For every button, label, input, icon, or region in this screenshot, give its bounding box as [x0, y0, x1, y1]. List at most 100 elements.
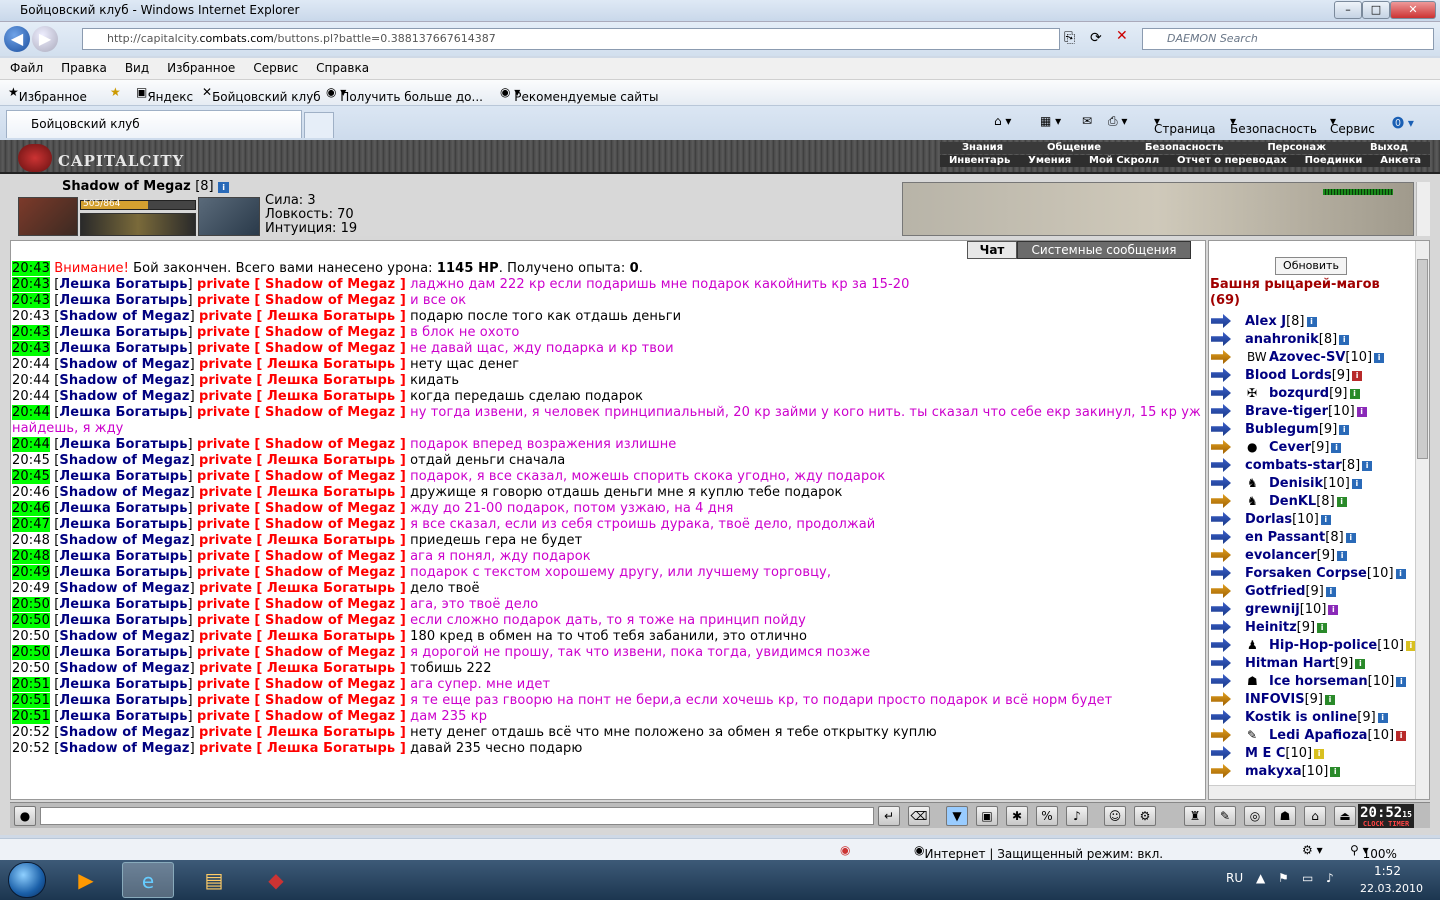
private-message-arrow-icon[interactable]	[1211, 332, 1231, 346]
message-recipient[interactable]: Лешка Богатырь	[267, 373, 395, 388]
message-time[interactable]: 20:43	[12, 325, 50, 340]
message-time[interactable]: 20:46	[12, 485, 50, 500]
user-info-icon[interactable]: i	[1345, 533, 1356, 543]
user-list-item[interactable]: ✠ bozqurd[9] i	[1211, 385, 1411, 403]
message-sender[interactable]: Лешка Богатырь	[59, 341, 187, 356]
start-button[interactable]	[8, 862, 46, 898]
message-recipient[interactable]: Shadow of Megaz	[265, 613, 395, 628]
message-sender[interactable]: Shadow of Megaz	[59, 453, 189, 468]
message-time[interactable]: 20:44	[12, 405, 50, 420]
nav-fights[interactable]: Поединки	[1305, 155, 1363, 167]
clear-button[interactable]: ⌫	[908, 806, 930, 826]
game-taskbar-icon[interactable]: ◆	[250, 862, 302, 898]
message-recipient[interactable]: Shadow of Megaz	[265, 645, 395, 660]
user-list-item[interactable]: Dorlas[10] i	[1211, 511, 1411, 529]
message-time[interactable]: 20:49	[12, 581, 50, 596]
message-sender[interactable]: Лешка Богатырь	[59, 597, 187, 612]
user-name[interactable]: evolancer[9] i	[1245, 548, 1348, 563]
private-message-arrow-icon[interactable]	[1211, 620, 1231, 634]
message-sender[interactable]: Shadow of Megaz	[59, 309, 189, 324]
message-sender[interactable]: Лешка Богатырь	[59, 613, 187, 628]
message-time[interactable]: 20:48	[12, 533, 50, 548]
user-name[interactable]: makyxa[10] i	[1245, 764, 1341, 779]
nav-skills[interactable]: Умения	[1028, 155, 1071, 167]
user-list-scrollbar[interactable]	[1415, 241, 1429, 799]
tab-active[interactable]: Бойцовский клуб	[6, 110, 302, 138]
forward-button[interactable]: ▶	[32, 26, 58, 52]
private-message-arrow-icon[interactable]	[1211, 512, 1231, 526]
user-info-icon[interactable]: i	[1396, 731, 1407, 741]
user-list-item[interactable]: Forsaken Corpse[10] i	[1211, 565, 1411, 583]
sound-button[interactable]: ♪	[1066, 806, 1088, 826]
user-info-icon[interactable]: i	[1330, 767, 1341, 777]
message-time[interactable]: 20:44	[12, 437, 50, 452]
message-sender[interactable]: Лешка Богатырь	[59, 277, 187, 292]
user-name[interactable]: Blood Lords[9] i	[1245, 368, 1363, 383]
message-time[interactable]: 20:51	[12, 709, 50, 724]
user-info-icon[interactable]: i	[1337, 551, 1348, 561]
network-icon[interactable]: ▭	[1302, 871, 1313, 885]
private-message-arrow-icon[interactable]	[1211, 728, 1231, 742]
message-recipient[interactable]: Лешка Богатырь	[267, 453, 395, 468]
message-time[interactable]: 20:44	[12, 389, 50, 404]
refresh-button[interactable]: Обновить	[1275, 257, 1347, 275]
user-name[interactable]: Brave-tiger[10] i	[1245, 404, 1367, 419]
message-time[interactable]: 20:50	[12, 645, 50, 660]
help-icon[interactable]: ⓿ ▾	[1392, 114, 1414, 131]
address-bar[interactable]: http://capitalcity.combats.com/buttons.p…	[82, 28, 1060, 50]
user-name[interactable]: Gotfried[9] i	[1245, 584, 1336, 599]
message-recipient[interactable]: Shadow of Megaz	[265, 597, 395, 612]
translit-button[interactable]: %	[1036, 806, 1058, 826]
save-log-button[interactable]: ▣	[976, 806, 998, 826]
user-list-item[interactable]: Heinitz[9] i	[1211, 619, 1411, 637]
message-time[interactable]: 20:50	[12, 661, 50, 676]
user-name[interactable]: Bublegum[9] i	[1245, 422, 1350, 437]
message-sender[interactable]: Shadow of Megaz	[59, 357, 189, 372]
message-sender[interactable]: Лешка Богатырь	[59, 693, 187, 708]
user-name[interactable]: Hitman Hart[9] i	[1245, 656, 1366, 671]
user-info-icon[interactable]: i	[1377, 713, 1388, 723]
message-recipient[interactable]: Shadow of Megaz	[265, 277, 395, 292]
cmd-tools[interactable]: Сервис ▾	[1330, 114, 1375, 136]
message-recipient[interactable]: Лешка Богатырь	[267, 389, 395, 404]
user-name[interactable]: Hip-Hop-police[10] i	[1269, 638, 1416, 653]
message-recipient[interactable]: Shadow of Megaz	[265, 549, 395, 564]
print-icon[interactable]: ⎙ ▾	[1108, 114, 1127, 129]
user-list-item[interactable]: ♞ DenKL[8] i	[1211, 493, 1411, 511]
user-list-item[interactable]: Brave-tiger[10] i	[1211, 403, 1411, 421]
message-time[interactable]: 20:49	[12, 565, 50, 580]
message-recipient[interactable]: Shadow of Megaz	[265, 293, 395, 308]
fav-link-suggested[interactable]: ◉ Рекомендуемые сайты ▾	[500, 85, 659, 104]
user-name[interactable]: Ice horseman[10] i	[1269, 674, 1407, 689]
private-message-arrow-icon[interactable]	[1211, 494, 1231, 508]
user-list-item[interactable]: anahronik[8] i	[1211, 331, 1411, 349]
user-list-item[interactable]: evolancer[9] i	[1211, 547, 1411, 565]
user-info-icon[interactable]: i	[1396, 677, 1407, 687]
tab-system-messages[interactable]: Системные сообщения	[1017, 241, 1191, 259]
message-sender[interactable]: Shadow of Megaz	[59, 485, 189, 500]
new-tab-button[interactable]	[304, 112, 334, 138]
user-name[interactable]: M E C[10] i	[1245, 746, 1325, 761]
message-time[interactable]: 20:51	[12, 677, 50, 692]
chat-settings-button[interactable]: ⚙	[1134, 806, 1156, 826]
scrollbar-thumb[interactable]	[1417, 259, 1428, 459]
user-name[interactable]: anahronik[8] i	[1245, 332, 1350, 347]
minimize-button[interactable]: –	[1334, 1, 1362, 19]
user-info-icon[interactable]: i	[1320, 515, 1331, 525]
message-sender[interactable]: Лешка Богатырь	[59, 565, 187, 580]
message-recipient[interactable]: Лешка Богатырь	[267, 741, 395, 756]
cmd-security[interactable]: Безопасность ▾	[1230, 114, 1317, 136]
tab-chat[interactable]: Чат	[967, 241, 1017, 259]
maximize-button[interactable]: □	[1362, 1, 1390, 19]
private-message-arrow-icon[interactable]	[1211, 368, 1231, 382]
menu-file[interactable]: Файл	[0, 58, 51, 75]
message-time[interactable]: 20:43	[12, 277, 50, 292]
top-scrollbar[interactable]	[1416, 182, 1430, 236]
message-time[interactable]: 20:50	[12, 613, 50, 628]
info-icon[interactable]: i	[218, 182, 230, 193]
back-button[interactable]: ◀	[4, 26, 30, 52]
feeds-icon[interactable]: ▦ ▾	[1040, 114, 1061, 128]
user-list-item[interactable]: Kostik is online[9] i	[1211, 709, 1411, 727]
tool-button-3[interactable]: ◎	[1244, 806, 1266, 826]
message-time[interactable]: 20:43	[12, 341, 50, 356]
